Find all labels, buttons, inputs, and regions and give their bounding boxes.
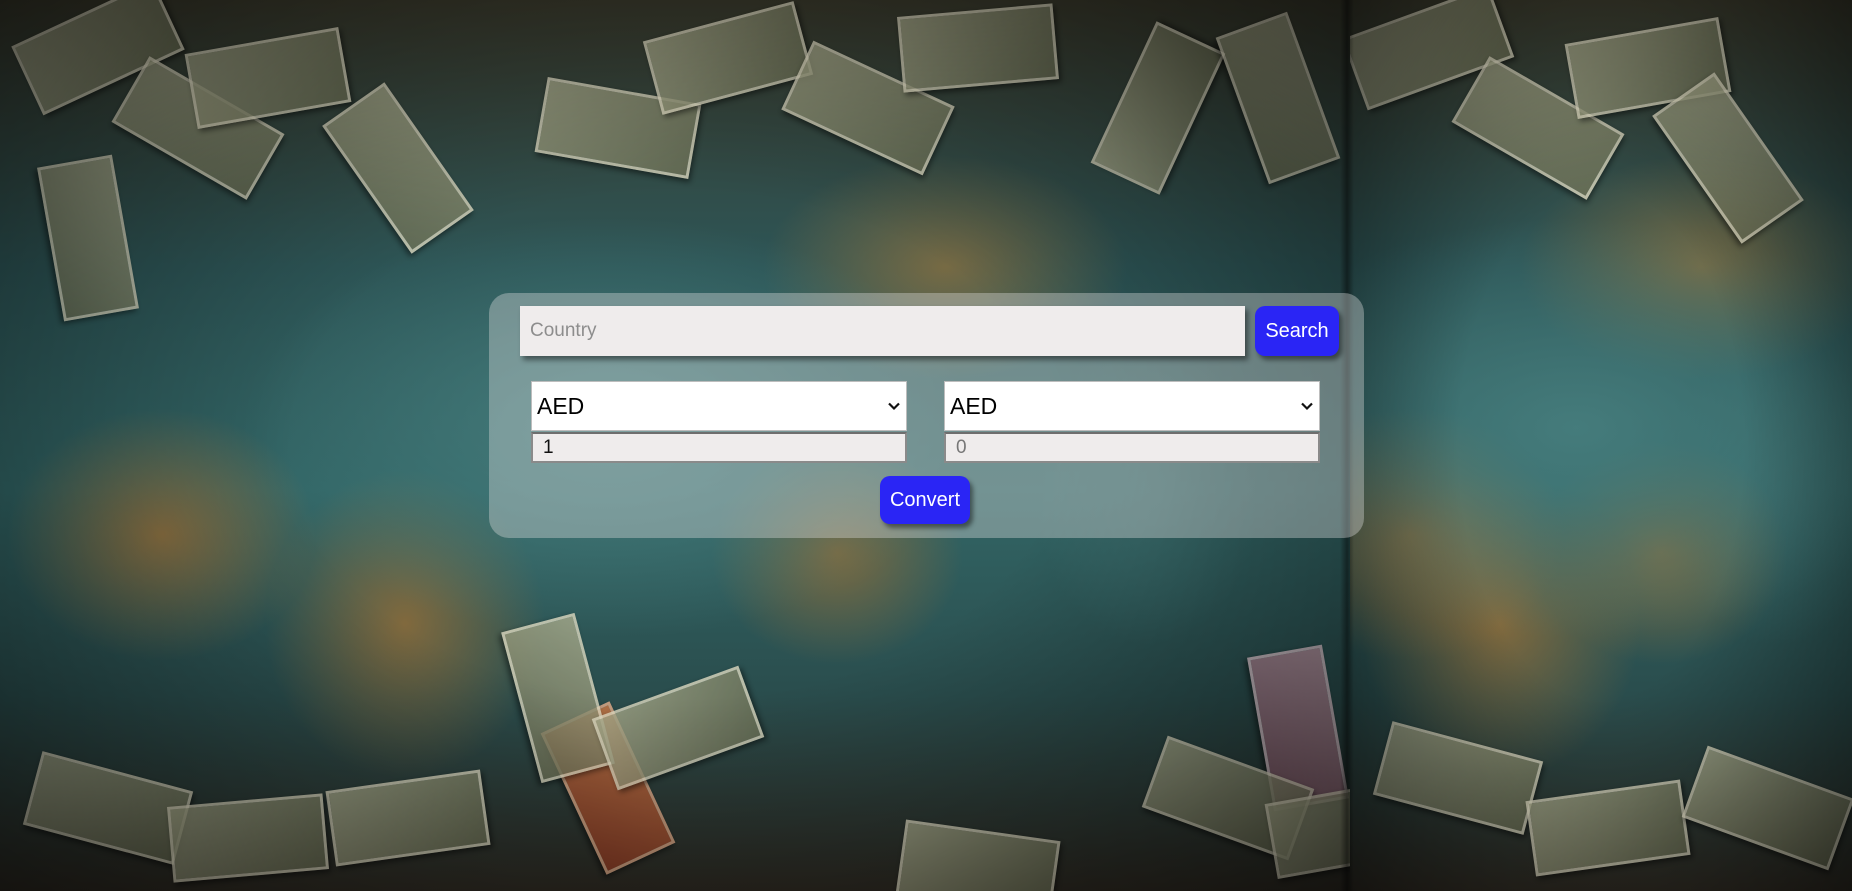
chevron-down-icon <box>1301 402 1313 411</box>
from-amount-input[interactable] <box>531 432 907 463</box>
to-amount-output[interactable] <box>944 432 1320 463</box>
converter-panel: Search AED AED Convert <box>489 293 1364 538</box>
convert-button[interactable]: Convert <box>880 476 970 524</box>
from-currency-select[interactable]: AED <box>531 381 907 431</box>
search-button[interactable]: Search <box>1255 306 1339 356</box>
background-image-repeat <box>1350 0 1852 891</box>
country-search-input[interactable] <box>520 306 1245 356</box>
to-currency-value: AED <box>950 392 998 419</box>
chevron-down-icon <box>888 402 900 411</box>
to-currency-select[interactable]: AED <box>944 381 1320 431</box>
from-currency-value: AED <box>537 392 585 419</box>
